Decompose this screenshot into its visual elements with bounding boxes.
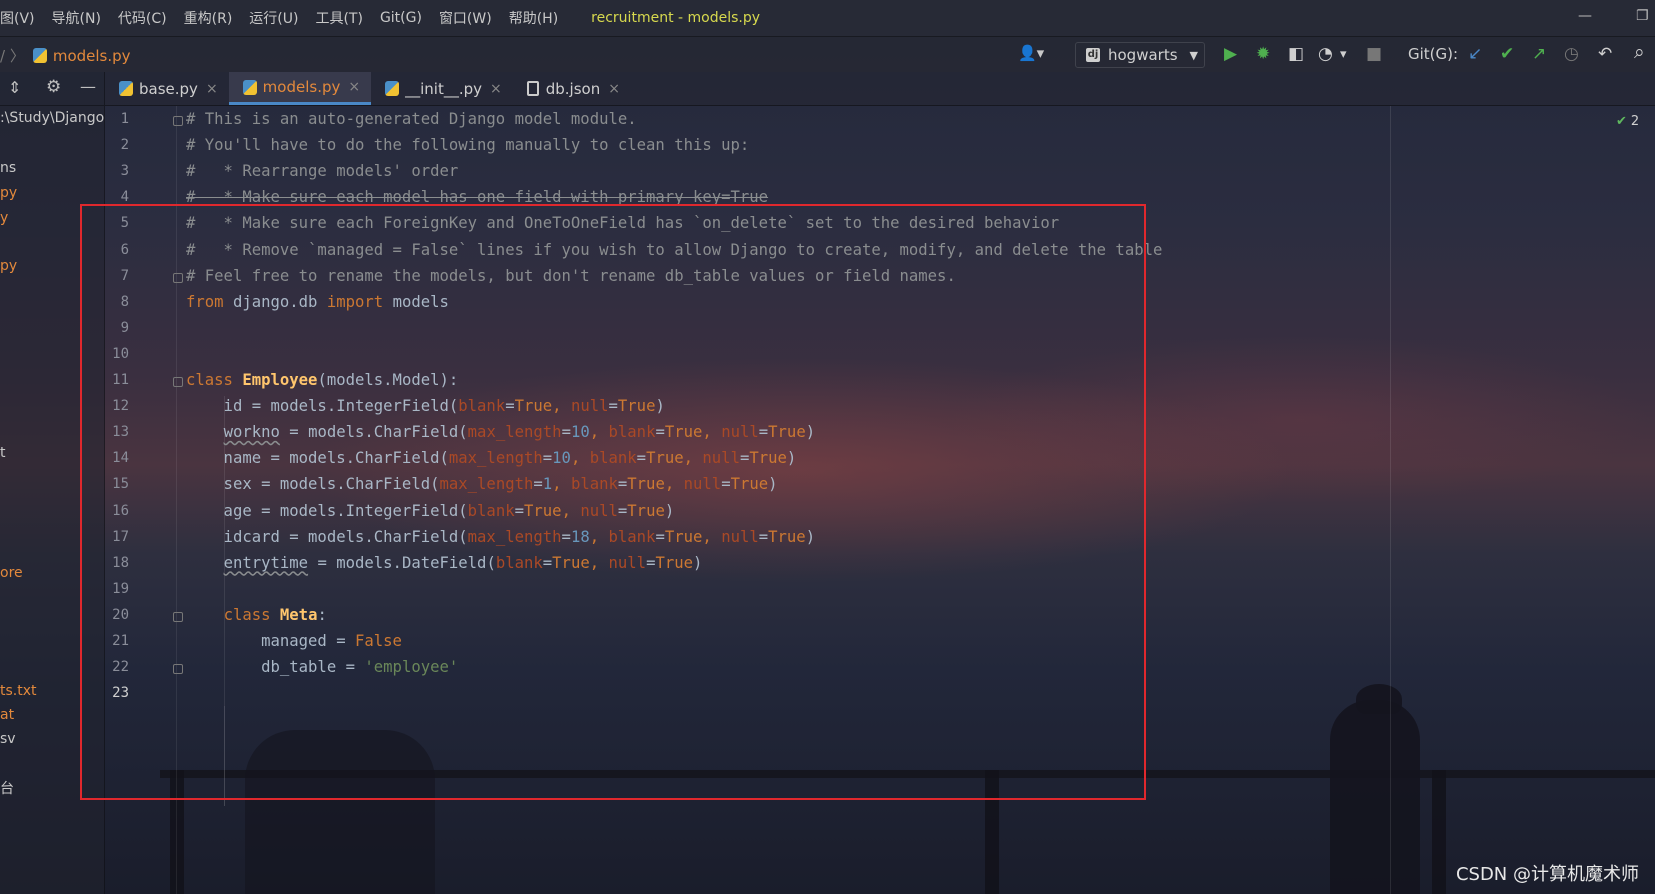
project-tree-item[interactable]: 台 — [0, 778, 14, 798]
stop-icon[interactable]: ■ — [1366, 44, 1382, 64]
tab-label: base.py — [139, 79, 198, 98]
right-margin-guide — [1390, 106, 1391, 894]
django-icon: dj — [1086, 48, 1100, 62]
menu-bar: 图(V) 导航(N) 代码(C) 重构(R) 运行(U) 工具(T) Git(G… — [0, 0, 1655, 36]
menu-run[interactable]: 运行(U) — [249, 8, 298, 28]
project-panel-header: ⇕ ⚙ — — [0, 72, 104, 106]
run-configuration-label: hogwarts — [1108, 46, 1178, 64]
project-tree-item[interactable]: ts.txt — [0, 683, 37, 699]
menu-window[interactable]: 窗口(W) — [439, 8, 492, 28]
close-icon[interactable]: × — [608, 81, 620, 97]
line-number: 4 — [120, 189, 129, 206]
json-file-icon — [526, 81, 539, 96]
chevron-down-icon[interactable]: ▾ — [1340, 47, 1347, 62]
editor-tabs: base.py × models.py × __init__.py × db.j… — [105, 72, 1655, 106]
python-file-icon — [32, 48, 47, 63]
code-line[interactable]: # This is an auto-generated Django model… — [186, 106, 637, 132]
inspection-count: 2 — [1630, 114, 1640, 129]
tab-label: __init__.py — [405, 79, 482, 98]
code-token: # * Rearrange models' order — [186, 162, 459, 181]
project-tree-item[interactable]: py — [0, 258, 17, 274]
profile-icon[interactable]: ◔ — [1318, 44, 1333, 64]
coverage-icon[interactable]: ◧ — [1288, 44, 1304, 64]
menu-refactor[interactable]: 重构(R) — [184, 8, 233, 28]
window-title: recruitment - models.py — [591, 10, 761, 26]
run-configuration-select[interactable]: dj hogwarts ▼ — [1075, 42, 1205, 68]
user-icon[interactable]: 👤▾ — [1018, 44, 1044, 62]
tab-init-py[interactable]: __init__.py × — [371, 72, 513, 105]
code-line[interactable]: # You'll have to do the following manual… — [186, 132, 749, 158]
git-label: Git(G): — [1408, 45, 1459, 63]
project-tree-item[interactable]: ore — [0, 565, 23, 581]
run-icon[interactable]: ▶ — [1224, 44, 1237, 64]
hide-panel-icon[interactable]: — — [80, 77, 96, 96]
code-token: # This is an auto-generated Django model… — [186, 110, 637, 128]
watermark: CSDN @计算机魔术师 — [1455, 864, 1639, 885]
git-history-icon[interactable]: ◷ — [1564, 44, 1579, 64]
python-file-icon — [385, 81, 400, 96]
check-icon: ✔ — [1616, 114, 1627, 129]
line-number: 1 — [120, 111, 129, 127]
code-line[interactable]: # * Rearrange models' order — [186, 158, 458, 184]
git-commit-icon[interactable]: ✔ — [1500, 44, 1514, 64]
python-file-icon — [242, 79, 257, 95]
tab-label: db.json — [545, 79, 601, 98]
search-icon[interactable]: ⌕ — [1634, 41, 1645, 63]
breadcrumb-separator: / 〉 — [0, 47, 25, 65]
fold-marker-icon[interactable] — [173, 116, 183, 126]
collapse-all-icon[interactable]: ⇕ — [8, 78, 21, 97]
project-tree-item[interactable]: py — [0, 185, 17, 201]
git-rollback-icon[interactable]: ↶ — [1598, 44, 1612, 64]
maximize-button[interactable]: ❐ — [1636, 8, 1649, 24]
menu-view[interactable]: 图(V) — [0, 8, 35, 28]
close-icon[interactable]: × — [490, 81, 502, 97]
close-icon[interactable]: × — [206, 81, 218, 97]
gear-icon[interactable]: ⚙ — [46, 77, 61, 97]
inspection-widget[interactable]: ✔ 2 — [1616, 114, 1639, 129]
code-token: # You'll have to do the following manual… — [186, 136, 750, 155]
breadcrumb: / 〉 models.py — [0, 45, 131, 66]
project-tree-item[interactable]: ns — [0, 160, 16, 176]
minimize-button[interactable]: — — [1578, 8, 1592, 24]
project-tree-item[interactable]: at — [0, 707, 14, 723]
tab-db-json[interactable]: db.json × — [513, 72, 631, 105]
python-file-icon — [119, 81, 133, 96]
menu-navigate[interactable]: 导航(N) — [52, 8, 101, 28]
navigation-toolbar: / 〉 models.py 👤▾ dj hogwarts ▼ ▶ ✹ ◧ ◔ ▾… — [0, 36, 1655, 72]
chevron-down-icon: ▼ — [1189, 48, 1198, 62]
menu-help[interactable]: 帮助(H) — [509, 8, 558, 28]
tab-models-py[interactable]: models.py × — [228, 72, 372, 105]
annotation-highlight-box — [80, 204, 1146, 800]
git-update-icon[interactable]: ↙ — [1468, 44, 1482, 64]
close-icon[interactable]: × — [348, 79, 360, 95]
line-number: 3 — [120, 163, 129, 180]
menu-tools[interactable]: 工具(T) — [315, 8, 362, 28]
line-number: 2 — [120, 137, 129, 154]
menu-code[interactable]: 代码(C) — [118, 8, 167, 28]
project-tree-item[interactable]: sv — [0, 731, 16, 747]
tab-label: models.py — [262, 78, 341, 96]
project-tree-item[interactable]: y — [0, 210, 8, 226]
project-tree-item[interactable]: t — [0, 445, 6, 461]
tab-base-py[interactable]: base.py × — [105, 72, 229, 105]
git-push-icon[interactable]: ↗ — [1532, 44, 1546, 64]
menu-git[interactable]: Git(G) — [380, 10, 422, 26]
project-tree-item[interactable]: :\Study\Django — [0, 110, 104, 126]
breadcrumb-file[interactable]: models.py — [53, 47, 131, 65]
debug-icon[interactable]: ✹ — [1256, 44, 1270, 64]
